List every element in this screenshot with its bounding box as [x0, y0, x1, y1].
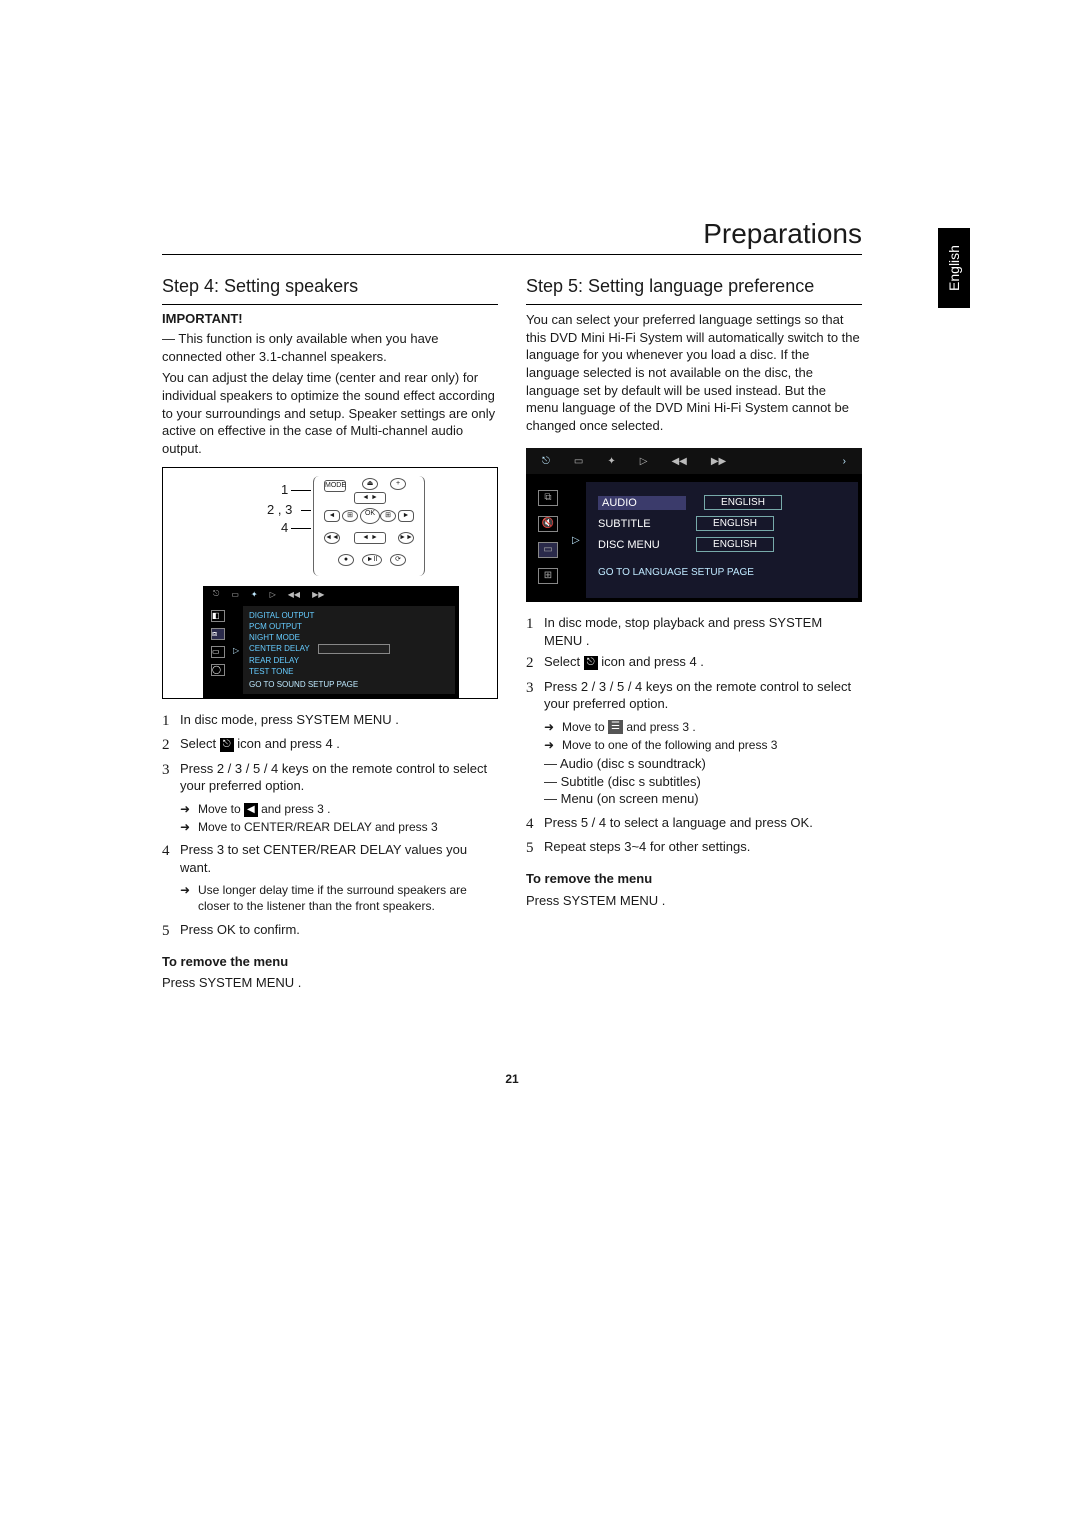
- menu-footer: GO TO LANGUAGE SETUP PAGE: [598, 567, 846, 578]
- step5-2: Select ⎋ icon and press 4 .: [544, 653, 862, 673]
- step5-list-cont: 4Press 5 / 4 to select a language and pr…: [526, 814, 862, 859]
- step5-list: 1In disc mode, stop playback and press S…: [526, 614, 862, 712]
- step4-5: Press OK to confirm.: [180, 921, 498, 941]
- menu-row: SUBTITLE ENGLISH: [598, 513, 846, 534]
- step4-list: 1In disc mode, press SYSTEM MENU . 2 Sel…: [162, 711, 498, 795]
- step5-4: Press 5 / 4 to select a language and pre…: [544, 814, 862, 834]
- menu-item: DIGITAL OUTPUT: [249, 611, 314, 620]
- right-column: Step 5: Setting language preference You …: [526, 275, 862, 996]
- step5-notes: — Audio (disc s soundtrack) — Subtitle (…: [544, 755, 862, 808]
- menu-top-icons: ⎋▭✦▷◀◀▶▶: [203, 586, 459, 602]
- step5-intro: You can select your preferred language s…: [526, 311, 862, 434]
- step4-list-end: 5Press OK to confirm.: [162, 921, 498, 941]
- step4-2: Select ⎋ icon and press 4 .: [180, 735, 498, 755]
- step4-1: In disc mode, press SYSTEM MENU .: [180, 711, 498, 731]
- remote-graphic: MODE ⏏ + ◄ ► ◄ OK ► ⊞ ⊞ ◄◄ ◄ ► ►► ● ►II …: [313, 476, 425, 576]
- language-setup-menu: ⎋▭✦▷◀◀▶▶ › ⧉ 🔇 ▭ ⊞ ▷ AUDIO ENGLISH: [526, 448, 862, 602]
- remove-menu-text-left: Press SYSTEM MENU .: [162, 974, 498, 992]
- remove-menu-heading-left: To remove the menu: [162, 953, 498, 971]
- menu-list: DIGITAL OUTPUT PCM OUTPUT NIGHT MODE CEN…: [243, 606, 455, 694]
- page-number: 21: [505, 1072, 518, 1086]
- menu-row: AUDIO ENGLISH: [598, 492, 846, 513]
- menu-item: CENTER DELAY: [249, 644, 310, 654]
- left-arrow-icon: ◀: [244, 803, 258, 817]
- left-column: Step 4: Setting speakers IMPORTANT! — Th…: [162, 275, 498, 996]
- step4-intro: You can adjust the delay time (center an…: [162, 369, 498, 457]
- callout-23: 2 , 3: [267, 502, 292, 517]
- important-label: IMPORTANT!: [162, 311, 498, 326]
- menu-footer: GO TO SOUND SETUP PAGE: [249, 680, 358, 689]
- content-columns: Step 4: Setting speakers IMPORTANT! — Th…: [162, 275, 862, 996]
- step5-5: Repeat steps 3~4 for other settings.: [544, 838, 862, 858]
- menu-pointer: ▷: [572, 482, 580, 598]
- step5-3-sub1: ➜ Move to ☰ and press 3 .: [544, 719, 862, 735]
- menu-side-icons: ⧉ 🔇 ▭ ⊞: [530, 482, 566, 598]
- menu-item: PCM OUTPUT: [249, 622, 302, 631]
- step4-heading: Step 4: Setting speakers: [162, 275, 498, 305]
- step5-3: Press 2 / 3 / 5 / 4 keys on the remote c…: [544, 678, 862, 713]
- subtitle-icon: ☰: [608, 720, 623, 734]
- speaker-diagram: MODE ⏏ + ◄ ► ◄ OK ► ⊞ ⊞ ◄◄ ◄ ► ►► ● ►II …: [162, 467, 498, 699]
- callout-1: 1: [281, 482, 288, 497]
- step5-3-sub2: ➜ Move to one of the following and press…: [544, 737, 862, 753]
- menu-item: NIGHT MODE: [249, 633, 300, 642]
- step4-4: Press 3 to set CENTER/REAR DELAY values …: [180, 841, 498, 876]
- step4-3-sub1: ➜ Move to ◀ and press 3 .: [180, 801, 498, 817]
- step5-1: In disc mode, stop playback and press SY…: [544, 614, 862, 649]
- step4-4-note: ➜ Use longer delay time if the surround …: [180, 882, 498, 914]
- step4-3: Press 2 / 3 / 5 / 4 keys on the remote c…: [180, 760, 498, 795]
- language-tab-label: English: [946, 245, 962, 291]
- remove-menu-heading-right: To remove the menu: [526, 870, 862, 888]
- speaker-icon: ⎋: [220, 738, 234, 752]
- menu-item: REAR DELAY: [249, 656, 299, 665]
- remove-menu-text-right: Press SYSTEM MENU .: [526, 892, 862, 910]
- step5-heading: Step 5: Setting language preference: [526, 275, 862, 305]
- menu-top-icons: ⎋▭✦▷◀◀▶▶ ›: [526, 448, 862, 478]
- menu-item: TEST TONE: [249, 667, 293, 676]
- manual-page: Preparations English Step 4: Setting spe…: [162, 218, 862, 996]
- chapter-title: Preparations: [162, 218, 862, 255]
- step4-3-sub2: ➜ Move to CENTER/REAR DELAY and press 3: [180, 819, 498, 835]
- speaker-icon: ⎋: [584, 656, 598, 670]
- language-tab: English: [938, 228, 970, 308]
- menu-list: AUDIO ENGLISH SUBTITLE ENGLISH DISC MENU…: [586, 482, 858, 598]
- menu-row: DISC MENU ENGLISH: [598, 534, 846, 555]
- important-text: — This function is only available when y…: [162, 330, 498, 365]
- menu-side-icons: ◧ ⧈ ▭ ◯: [207, 606, 229, 694]
- callout-4: 4: [281, 520, 288, 535]
- step4-list-cont: 4 Press 3 to set CENTER/REAR DELAY value…: [162, 841, 498, 876]
- sound-setup-menu: ⎋▭✦▷◀◀▶▶ ◧ ⧈ ▭ ◯ ▷ DIGITAL OUTPUT PCM OU…: [203, 586, 459, 698]
